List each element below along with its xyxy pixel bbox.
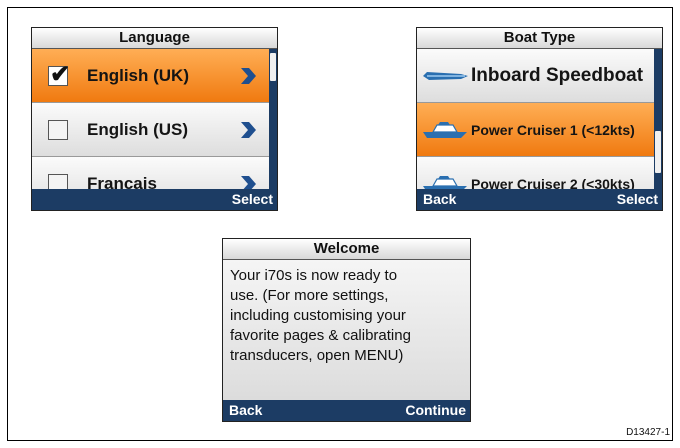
checkbox-unchecked[interactable]: [48, 120, 68, 140]
welcome-message-area: Your i70s is now ready to use. (For more…: [223, 260, 470, 400]
speedboat-icon: [423, 72, 468, 80]
boat-type-screen-title: Boat Type: [417, 28, 662, 49]
softkey-bar: Back Continue: [223, 400, 470, 421]
welcome-message-line: favorite pages & calibrating: [230, 327, 411, 344]
back-softkey[interactable]: Back: [229, 400, 262, 421]
language-item-label: English (UK): [87, 66, 189, 85]
welcome-message-line: Your i70s is now ready to: [230, 267, 398, 284]
scrollbar[interactable]: [654, 49, 662, 190]
welcome-message-line: use. (For more settings,: [230, 287, 389, 304]
welcome-message-line: including customising your: [230, 307, 406, 324]
boat-item-label: Inboard Speedboat: [471, 65, 644, 86]
softkey-bar: Back Select: [417, 189, 662, 210]
continue-softkey[interactable]: Continue: [405, 400, 466, 421]
welcome-message: Your i70s is now ready to use. (For more…: [230, 266, 464, 366]
checkbox-checked[interactable]: ✔: [48, 61, 70, 88]
language-screen-title: Language: [32, 28, 277, 49]
welcome-message-line: transducers, open MENU): [230, 347, 404, 364]
welcome-screen-title: Welcome: [223, 239, 470, 260]
check-icon: ✔: [50, 61, 71, 88]
language-item-english-us[interactable]: English (US): [32, 103, 269, 157]
language-item-english-uk[interactable]: ✔ English (UK): [32, 49, 269, 103]
cruiser-icon: [423, 122, 467, 138]
language-screen: Language ✔ English (UK) English (US) Fra…: [31, 27, 278, 211]
boat-item-label: Power Cruiser 1 (<12kts): [471, 122, 635, 138]
select-softkey[interactable]: Select: [232, 189, 273, 210]
scrollbar-thumb[interactable]: [655, 131, 661, 173]
welcome-screen: Welcome Your i70s is now ready to use. (…: [222, 238, 471, 422]
select-softkey[interactable]: Select: [617, 189, 658, 210]
boat-item-power-cruiser-1[interactable]: Power Cruiser 1 (<12kts): [417, 103, 654, 157]
chevron-right-icon: [241, 122, 256, 138]
boat-type-screen: Boat Type Inboard Speedboat Power Cruise…: [416, 27, 663, 211]
scrollbar[interactable]: [269, 49, 277, 190]
language-item-label: English (US): [87, 120, 189, 139]
softkey-bar: Select: [32, 189, 277, 210]
chevron-right-icon: [241, 68, 256, 84]
figure-code: D13427-1: [626, 427, 670, 438]
scrollbar-thumb[interactable]: [270, 53, 276, 81]
back-softkey[interactable]: Back: [423, 189, 456, 210]
boat-item-inboard-speedboat[interactable]: Inboard Speedboat: [417, 49, 654, 103]
